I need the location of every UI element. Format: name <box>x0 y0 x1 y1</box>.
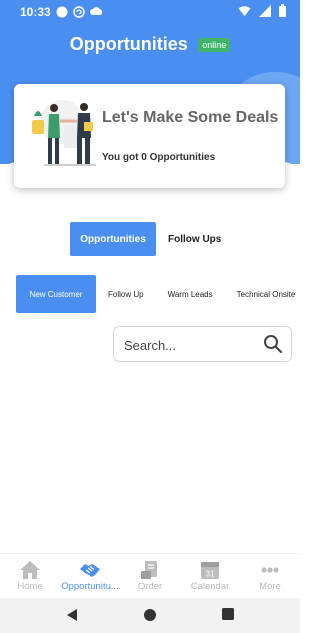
nav-label-home: Home <box>17 581 43 592</box>
nav-label-opportunities: Opportunitu... <box>61 581 119 592</box>
more-icon <box>261 567 279 573</box>
system-nav-bar <box>0 598 300 633</box>
bottom-nav: Home Opportunitu... Order 31 Calendar Mo… <box>0 553 300 598</box>
handshake-illustration <box>32 100 96 166</box>
wifi-icon <box>238 5 251 16</box>
nav-item-opportunities[interactable]: Opportunitu... <box>60 554 120 598</box>
circle-icon <box>56 6 68 18</box>
nav-label-order: Order <box>137 581 163 592</box>
nav-item-more[interactable]: More <box>240 554 300 598</box>
search-box <box>113 326 292 362</box>
search-input[interactable] <box>124 335 254 355</box>
main-tabs: Opportunities Follow Ups <box>70 222 233 256</box>
nav-label-more: More <box>259 581 281 592</box>
online-status-badge: online <box>198 37 231 52</box>
home-icon <box>20 561 40 579</box>
sub-tab-warm-leads[interactable]: Warm Leads <box>156 275 225 313</box>
calendar-icon-day: 31 <box>206 570 215 579</box>
sub-tab-new-customer[interactable]: New Customer <box>16 275 96 313</box>
sub-tabs: New Customer Follow Up Warm Leads Techni… <box>16 275 307 313</box>
cloud-icon <box>90 7 103 15</box>
sub-tab-follow-up[interactable]: Follow Up <box>96 275 156 313</box>
title-row: Opportunities online <box>0 34 300 55</box>
battery-icon <box>279 4 286 17</box>
sub-tab-technical-onsite[interactable]: Technical Onsite <box>225 275 308 313</box>
tab-follow-ups[interactable]: Follow Ups <box>156 222 233 256</box>
nav-item-order[interactable]: Order <box>120 554 180 598</box>
back-icon[interactable] <box>66 608 78 622</box>
signal-icon <box>259 4 271 17</box>
tab-opportunities[interactable]: Opportunities <box>70 222 156 256</box>
page-title: Opportunities <box>69 34 188 54</box>
search-icon[interactable] <box>263 334 283 354</box>
nav-item-home[interactable]: Home <box>0 554 60 598</box>
home-button-icon[interactable] <box>143 608 157 622</box>
handshake-icon <box>80 564 100 577</box>
card-heading: Let's Make Some Deals <box>102 109 279 126</box>
status-time: 10:33 <box>20 5 51 19</box>
nav-item-calendar[interactable]: 31 Calendar <box>180 554 240 598</box>
recents-icon[interactable] <box>222 608 234 620</box>
card-subtitle: You got 0 Opportunities <box>102 152 216 163</box>
nav-label-calendar: Calendar <box>190 581 230 592</box>
deals-summary-card: Let's Make Some Deals You got 0 Opportun… <box>14 84 285 188</box>
status-bar: 10:33 <box>0 0 300 24</box>
order-icon <box>141 561 157 579</box>
sync-icon <box>73 6 85 18</box>
calendar-icon: 31 <box>201 562 219 579</box>
